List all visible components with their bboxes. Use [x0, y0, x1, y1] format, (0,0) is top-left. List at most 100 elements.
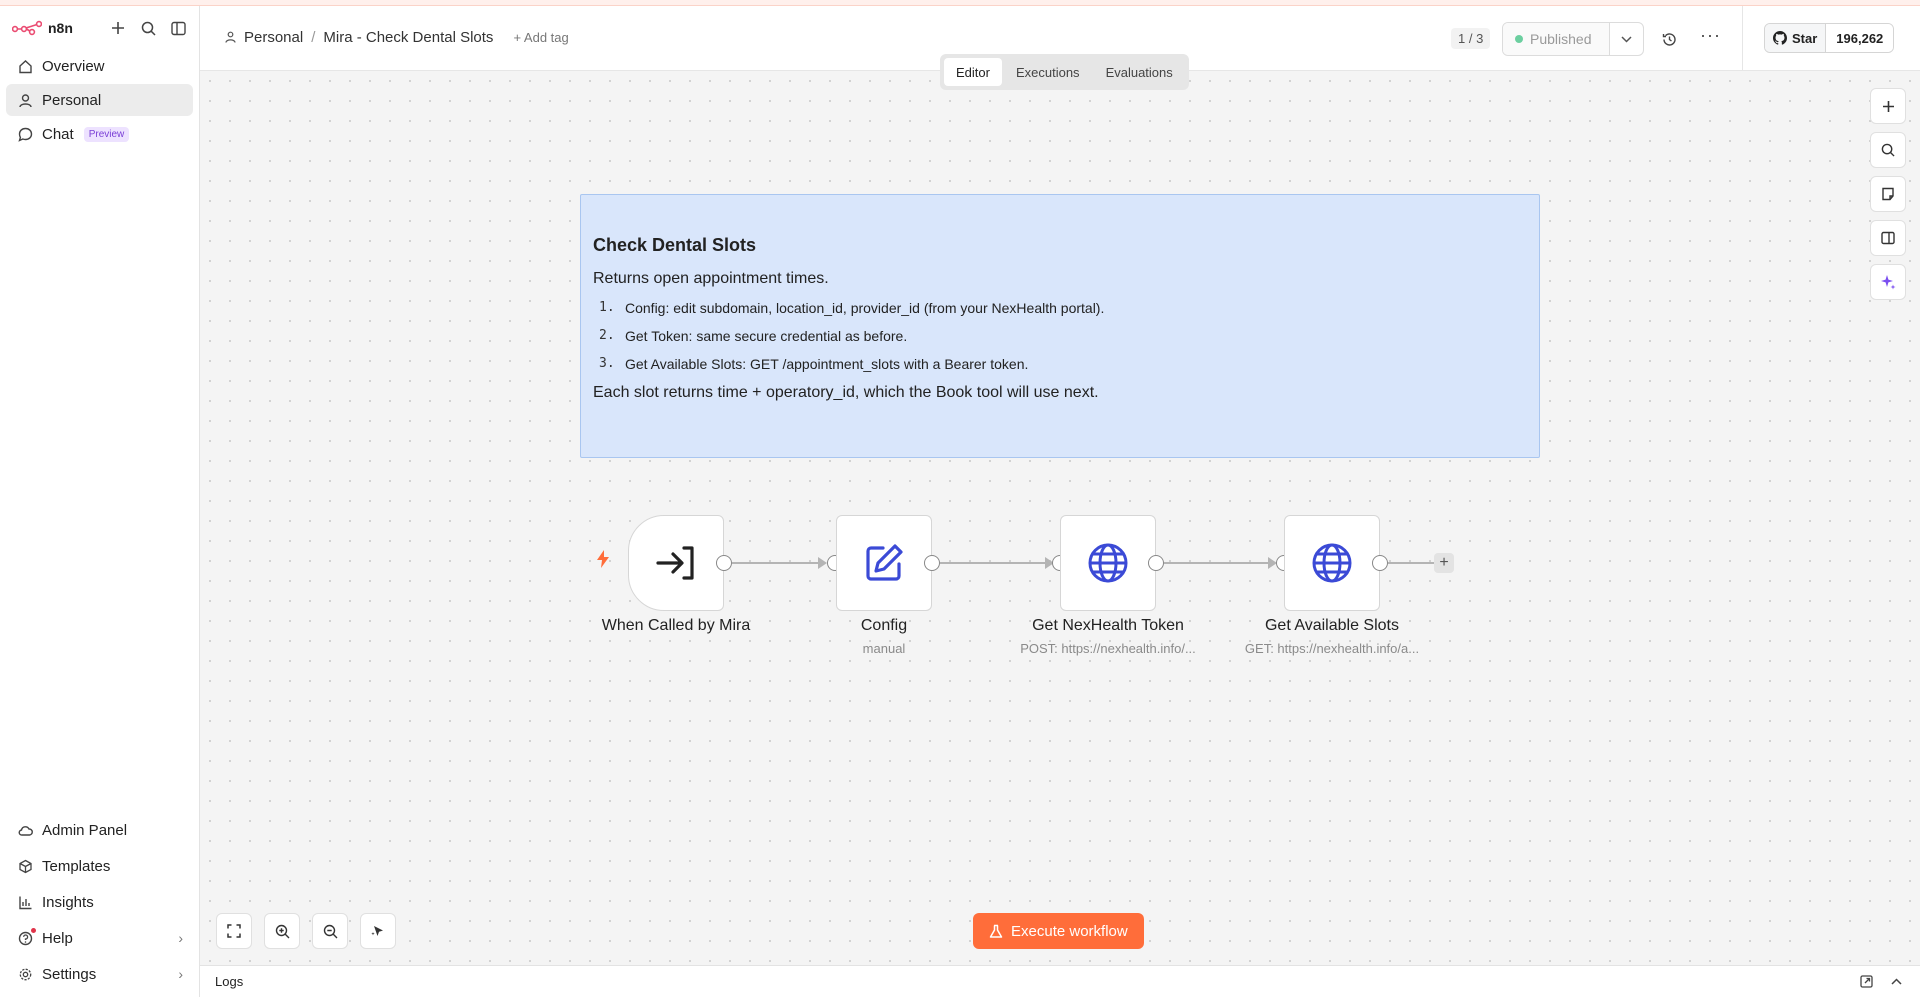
- add-next-node-button[interactable]: +: [1434, 553, 1454, 573]
- note-steps: 1. Config: edit subdomain, location_id, p…: [593, 300, 1527, 372]
- publish-dropdown-button[interactable]: [1609, 23, 1643, 55]
- output-port[interactable]: [924, 555, 940, 571]
- add-tag-button[interactable]: + Add tag: [513, 30, 568, 45]
- node-config[interactable]: [836, 515, 932, 611]
- connection-line: [940, 562, 1045, 564]
- note-step: 2. Get Token: same secure credential as b…: [593, 328, 1527, 344]
- step-text: Config: edit subdomain, location_id, pro…: [625, 300, 1105, 316]
- github-star-button[interactable]: Star: [1765, 24, 1827, 52]
- note-step: 1. Config: edit subdomain, location_id, p…: [593, 300, 1527, 316]
- header-divider: [1742, 6, 1743, 71]
- chat-icon: [16, 125, 34, 143]
- breadcrumb-project[interactable]: Personal: [244, 29, 303, 46]
- sidebar-header: n8n: [0, 6, 199, 50]
- home-icon: [16, 57, 34, 75]
- sidebar-item-admin-panel[interactable]: Admin Panel: [6, 813, 193, 847]
- canvas-right-toolbar: [1870, 88, 1906, 300]
- sidebar-item-help[interactable]: Help ›: [6, 921, 193, 955]
- fit-view-button[interactable]: [216, 913, 252, 949]
- plus-icon[interactable]: [109, 19, 127, 37]
- n8n-logo[interactable]: n8n: [12, 20, 73, 36]
- tab-executions[interactable]: Executions: [1004, 58, 1092, 86]
- user-icon: [224, 28, 236, 46]
- tab-editor[interactable]: Editor: [944, 58, 1002, 86]
- toggle-panel-button[interactable]: [1870, 220, 1906, 256]
- node-get-available-slots[interactable]: [1284, 515, 1380, 611]
- output-port[interactable]: [716, 555, 732, 571]
- sidebar-item-personal[interactable]: Personal: [6, 84, 193, 116]
- status-dot: [1515, 35, 1523, 43]
- add-node-button[interactable]: [1870, 88, 1906, 124]
- github-star-widget[interactable]: Star 196,262: [1764, 23, 1895, 53]
- logs-panel-bar[interactable]: Logs: [200, 965, 1920, 997]
- globe-icon: [1088, 543, 1128, 583]
- box-icon: [16, 857, 34, 875]
- sidebar-item-label: Overview: [42, 57, 105, 75]
- node-when-called-by-mira[interactable]: [628, 515, 724, 611]
- chevron-right-icon: ›: [178, 930, 183, 946]
- execute-workflow-label: Execute workflow: [1011, 922, 1128, 940]
- more-options-icon[interactable]: ···: [1700, 26, 1721, 44]
- view-tabs: Editor Executions Evaluations: [940, 54, 1189, 90]
- version-pager: 1 / 3: [1451, 28, 1491, 49]
- node-label: Get Available Slots: [1264, 617, 1399, 634]
- sidebar-toggle-icon[interactable]: [169, 19, 187, 37]
- ai-assistant-button[interactable]: [1870, 264, 1906, 300]
- note-title: Check Dental Slots: [593, 235, 757, 255]
- sidebar-item-label: Insights: [42, 893, 94, 911]
- globe-icon: [1312, 543, 1352, 583]
- sidebar-item-label: Personal: [42, 91, 102, 109]
- chevron-right-icon: ›: [178, 966, 183, 982]
- help-icon: [16, 928, 36, 947]
- pop-out-icon[interactable]: [1857, 973, 1875, 991]
- sidebar-item-settings[interactable]: Settings ›: [6, 957, 193, 991]
- connection-line: [1388, 562, 1434, 564]
- workflow-name[interactable]: Mira - Check Dental Slots: [323, 29, 493, 46]
- sidebar-item-insights[interactable]: Insights: [6, 885, 193, 919]
- search-icon[interactable]: [139, 19, 157, 37]
- node-label: Get NexHealth Token: [1032, 617, 1184, 634]
- breadcrumb-separator: /: [311, 28, 316, 46]
- publish-control: Published: [1502, 22, 1644, 56]
- lightning-icon: [597, 550, 609, 568]
- sidebar-item-label: Admin Panel: [42, 821, 128, 839]
- execute-workflow-button[interactable]: Execute workflow: [973, 913, 1144, 949]
- sidebar-item-templates[interactable]: Templates: [6, 849, 193, 883]
- n8n-logo-icon: [12, 20, 42, 36]
- output-port[interactable]: [1148, 555, 1164, 571]
- breadcrumb: Personal / Mira - Check Dental Slots + A…: [224, 28, 569, 46]
- fullscreen-icon: [227, 924, 241, 938]
- step-text: Get Token: same secure credential as bef…: [625, 328, 908, 344]
- connection-line: [1164, 562, 1268, 564]
- note-outro: Each slot returns time + operatory_id, w…: [593, 384, 1099, 401]
- workflow-canvas[interactable]: Editor Executions Evaluations Check Dent…: [200, 54, 1920, 965]
- node-get-nexhealth-token[interactable]: [1060, 515, 1156, 611]
- tab-evaluations[interactable]: Evaluations: [1094, 58, 1185, 86]
- search-nodes-button[interactable]: [1870, 132, 1906, 168]
- search-icon: [1881, 143, 1895, 157]
- sidebar-item-label: Settings: [42, 965, 97, 983]
- sidebar-nav: Overview Personal Chat Preview: [0, 50, 199, 150]
- edit-icon: [866, 544, 903, 581]
- published-button[interactable]: Published: [1503, 23, 1609, 55]
- sidebar-item-overview[interactable]: Overview: [6, 50, 193, 82]
- cloud-icon: [16, 821, 34, 839]
- history-icon[interactable]: [1660, 30, 1678, 48]
- zoom-in-button[interactable]: [264, 913, 300, 949]
- node-subtitle: GET: https://nexhealth.info/a...: [1244, 641, 1420, 656]
- node-subtitle: manual: [862, 641, 906, 656]
- zoom-out-button[interactable]: [312, 913, 348, 949]
- sticky-note[interactable]: Check Dental Slots Returns open appointm…: [580, 194, 1540, 458]
- node-subtitle: POST: https://nexhealth.info/...: [1020, 641, 1196, 656]
- tidy-up-button[interactable]: [360, 913, 396, 949]
- preview-badge: Preview: [83, 126, 130, 142]
- add-sticky-button[interactable]: [1870, 176, 1906, 212]
- chevron-down-icon: [1621, 35, 1632, 43]
- sidebar-item-label: Chat: [42, 125, 74, 143]
- sidebar: n8n Overview Personal Chat Preview Admin…: [0, 6, 200, 997]
- output-port[interactable]: [1372, 555, 1388, 571]
- sidebar-item-chat[interactable]: Chat Preview: [6, 118, 193, 150]
- chevron-up-icon[interactable]: [1887, 973, 1905, 991]
- app-name: n8n: [48, 20, 73, 36]
- connection-line: [732, 562, 818, 564]
